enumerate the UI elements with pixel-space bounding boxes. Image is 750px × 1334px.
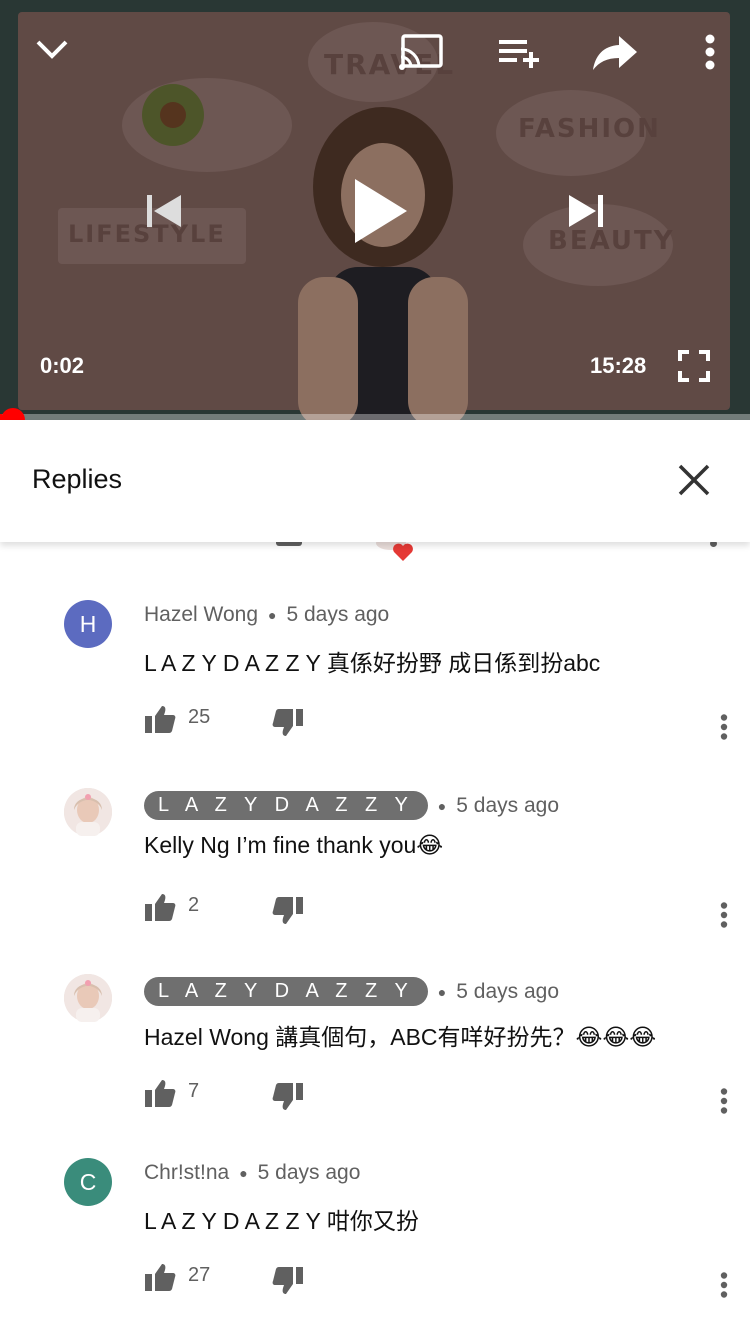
like-count: 2 bbox=[188, 894, 200, 916]
thumbs-down-icon[interactable] bbox=[272, 708, 304, 738]
reply-meta: L A Z Y D A Z Z Y ● 5 days ago bbox=[144, 791, 559, 820]
thumbs-down-icon[interactable] bbox=[272, 1082, 304, 1112]
close-icon[interactable] bbox=[674, 460, 714, 500]
thumbs-down-icon[interactable] bbox=[272, 896, 304, 926]
separator-dot: ● bbox=[268, 607, 277, 623]
timestamp: 5 days ago bbox=[286, 603, 390, 626]
timestamp: 5 days ago bbox=[257, 1161, 361, 1184]
reply-text: Kelly Ng I’m fine thank you😂 bbox=[144, 832, 444, 858]
thumbs-up-icon[interactable] bbox=[144, 892, 176, 922]
reply-meta: L A Z Y D A Z Z Y ● 5 days ago bbox=[144, 977, 559, 1006]
reply-text: Hazel Wong 講真個句，ABC有咩好扮先？😂😂😂 bbox=[144, 1024, 657, 1050]
avatar-letter: C bbox=[79, 1168, 97, 1195]
reply-text: L A Z Y D A Z Z Y 真係好扮野 成日係到扮abc bbox=[144, 650, 601, 676]
avatar[interactable]: H bbox=[64, 600, 112, 648]
author-name[interactable]: L A Z Y D A Z Z Y bbox=[144, 977, 428, 1006]
creator-heart-icon bbox=[393, 543, 413, 561]
timestamp: 5 days ago bbox=[456, 793, 560, 817]
video-player[interactable]: TRAVEL FASHION LIFESTYLE BEAUTY 0:02 15:… bbox=[0, 0, 750, 420]
avatar-letter: H bbox=[79, 610, 97, 637]
next-icon[interactable] bbox=[564, 188, 610, 234]
reply-meta: Chr!st!na ● 5 days ago bbox=[144, 1161, 360, 1185]
like-count: 7 bbox=[188, 1080, 200, 1102]
reply-actions: 7 bbox=[144, 1074, 734, 1114]
more-vert-icon[interactable] bbox=[696, 32, 724, 72]
previous-icon[interactable] bbox=[140, 188, 186, 234]
author-name[interactable]: L A Z Y D A Z Z Y bbox=[144, 791, 428, 820]
separator-dot: ● bbox=[437, 983, 447, 1000]
separator-dot: ● bbox=[437, 797, 447, 814]
more-vert-icon[interactable] bbox=[714, 1082, 734, 1122]
author-name[interactable]: Hazel Wong bbox=[144, 603, 258, 627]
avatar[interactable] bbox=[64, 788, 112, 836]
thumbs-down-icon[interactable] bbox=[272, 1266, 304, 1296]
avatar[interactable] bbox=[64, 974, 112, 1022]
play-icon[interactable] bbox=[346, 172, 412, 250]
more-vert-icon[interactable] bbox=[714, 708, 734, 748]
reply-actions: 2 bbox=[144, 888, 734, 928]
more-vert-icon[interactable] bbox=[714, 896, 734, 936]
thumbs-up-icon[interactable] bbox=[144, 704, 176, 734]
thumbs-up-icon[interactable] bbox=[144, 1078, 176, 1108]
duration: 15:28 bbox=[590, 353, 647, 378]
like-count: 27 bbox=[188, 1264, 211, 1286]
current-time: 0:02 bbox=[40, 353, 85, 378]
reply-actions: 25 bbox=[144, 700, 734, 740]
avatar[interactable]: C bbox=[64, 1158, 112, 1206]
replies-title: Replies bbox=[32, 464, 123, 494]
like-count: 25 bbox=[188, 706, 211, 728]
timestamp: 5 days ago bbox=[456, 979, 560, 1003]
author-name[interactable]: Chr!st!na bbox=[144, 1161, 229, 1185]
add-to-queue-icon[interactable] bbox=[496, 34, 540, 70]
thumbs-up-icon[interactable] bbox=[144, 1262, 176, 1292]
replies-header: Replies bbox=[0, 420, 750, 542]
cast-icon[interactable] bbox=[398, 32, 446, 72]
reply-text: L A Z Y D A Z Z Y 咁你又扮 bbox=[144, 1208, 419, 1234]
fullscreen-icon[interactable] bbox=[676, 348, 712, 384]
share-icon[interactable] bbox=[590, 30, 640, 74]
chevron-down-icon[interactable] bbox=[30, 32, 74, 68]
reply-actions: 27 bbox=[144, 1258, 734, 1298]
reply-meta: Hazel Wong ● 5 days ago bbox=[144, 603, 389, 627]
more-vert-icon[interactable] bbox=[714, 1266, 734, 1306]
separator-dot: ● bbox=[239, 1165, 248, 1181]
